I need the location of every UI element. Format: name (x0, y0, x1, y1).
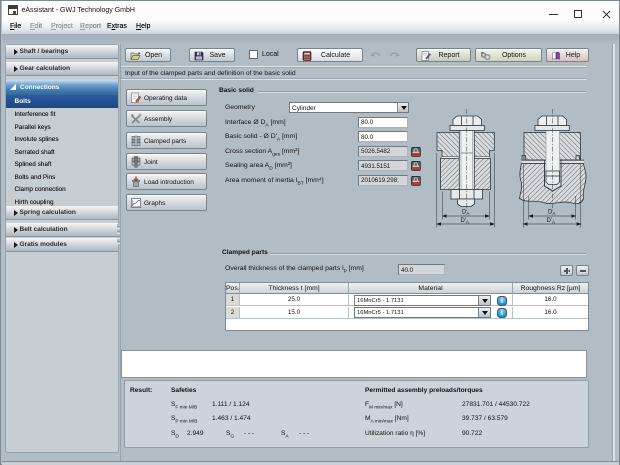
svg-text:D'A: D'A (547, 218, 556, 225)
svg-text:DA: DA (462, 210, 469, 217)
svg-text:D'A: D'A (461, 218, 470, 225)
svg-text:DA: DA (548, 210, 555, 217)
